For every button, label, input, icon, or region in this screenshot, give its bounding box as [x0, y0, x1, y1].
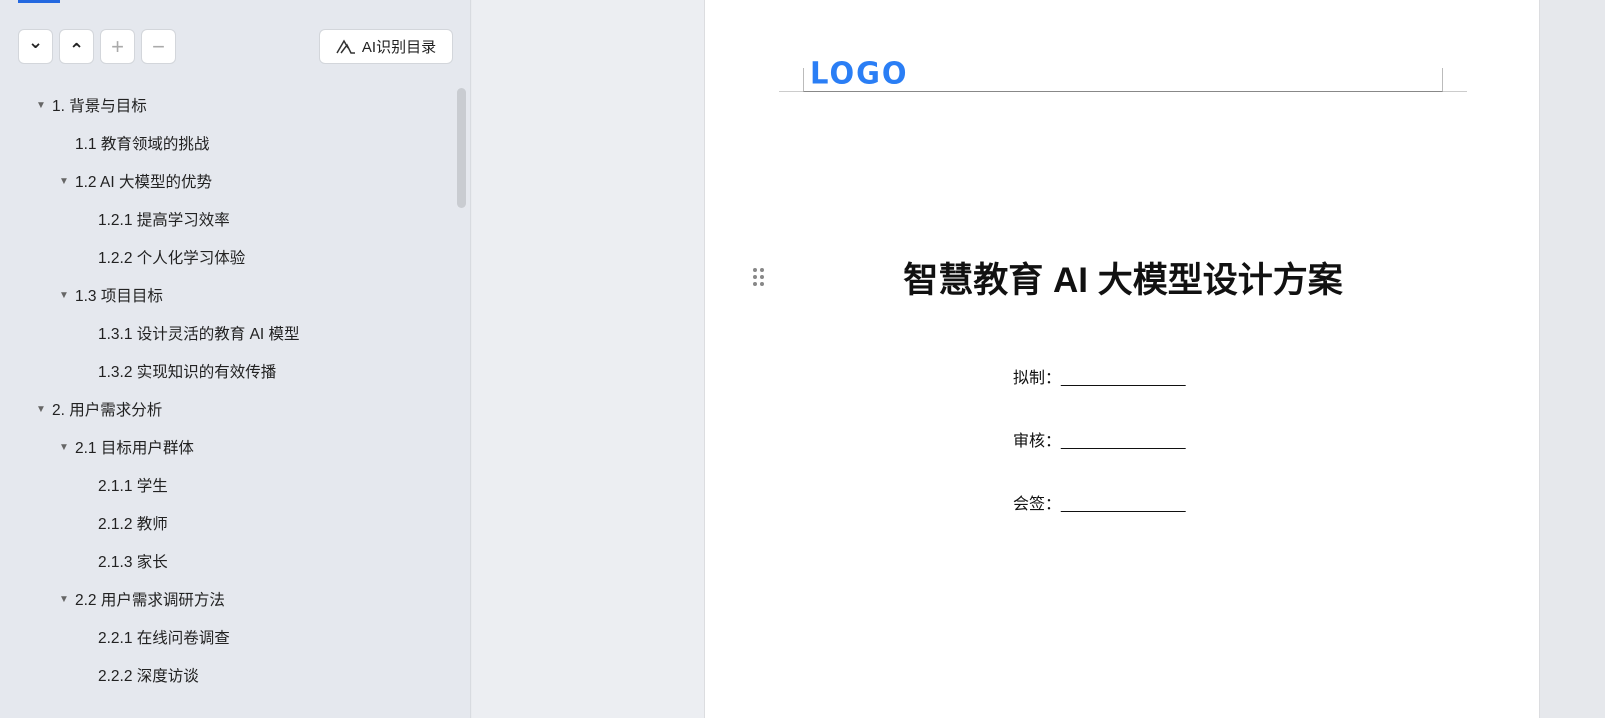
outline-item[interactable]: 2.2.1 在线问卷调查 [82, 618, 230, 656]
outline-item[interactable]: ▼ 1. 背景与目标 [36, 86, 147, 124]
caret-down-icon[interactable]: ▼ [59, 290, 75, 301]
right-gutter [1540, 0, 1605, 718]
remove-heading-button[interactable]: − [141, 29, 176, 64]
outline-item-label: 1.2 AI 大模型的优势 [75, 174, 212, 191]
expand-all-button[interactable]: ⌄ [18, 29, 53, 64]
active-tab-indicator [18, 0, 60, 3]
outline-item-label: 2.1.3 家长 [98, 554, 168, 571]
outline-item[interactable]: ▼ 1.3 项目目标 [59, 276, 163, 314]
caret-down-icon[interactable]: ▼ [59, 176, 75, 187]
outline-item-label: 1.2.2 个人化学习体验 [98, 250, 246, 267]
chevron-up-icon: ⌃ [68, 40, 85, 60]
outline-item[interactable]: ▼ 2.1 目标用户群体 [59, 428, 194, 466]
caret-down-icon[interactable]: ▼ [59, 442, 75, 453]
caret-down-icon[interactable]: ▼ [36, 404, 52, 415]
collapse-all-button[interactable]: ⌃ [59, 29, 94, 64]
outline-item-label: 2.1.1 学生 [98, 478, 168, 495]
outline-item[interactable]: 2.1.3 家长 [82, 542, 168, 580]
outline-item-label: 1. 背景与目标 [52, 98, 147, 115]
plus-icon: + [111, 33, 124, 59]
outline-item-label: 1.1 教育领域的挑战 [75, 136, 210, 153]
outline-item[interactable]: 1.3.1 设计灵活的教育 AI 模型 [82, 314, 300, 352]
signature-countersign[interactable]: 会签：______________ [1013, 490, 1186, 514]
add-heading-button[interactable]: + [100, 29, 135, 64]
ai-button-label: AI识别目录 [361, 39, 437, 56]
ai-recognize-toc-button[interactable]: AI识别目录 [319, 29, 453, 64]
signature-reviewer[interactable]: 审核：______________ [1013, 427, 1186, 451]
outline-item-label: 2.2.2 深度访谈 [98, 668, 199, 685]
outline-item[interactable]: ▼ 2.2 用户需求调研方法 [59, 580, 225, 618]
logo: LOGO [810, 55, 909, 91]
outline-item-label: 1.3.2 实现知识的有效传播 [98, 364, 277, 381]
scrollbar[interactable] [457, 88, 466, 208]
document-title[interactable]: 智慧教育 AI 大模型设计方案 [705, 252, 1541, 303]
outline-item[interactable]: 1.2.2 个人化学习体验 [82, 238, 245, 276]
outline-item-label: 2. 用户需求分析 [52, 402, 163, 419]
outline-item[interactable]: 2.2.2 深度访谈 [82, 656, 199, 694]
outline-item[interactable]: 2.1.1 学生 [82, 466, 168, 504]
ai-icon [336, 39, 355, 54]
canvas-gutter [472, 0, 704, 718]
outline-item[interactable]: ▼ 1.2 AI 大模型的优势 [59, 162, 212, 200]
outline-item-label: 1.3.1 设计灵活的教育 AI 模型 [98, 326, 300, 343]
outline-item-label: 2.2 用户需求调研方法 [75, 592, 225, 609]
outline-item[interactable]: 1.2.1 提高学习效率 [82, 200, 230, 238]
caret-down-icon[interactable]: ▼ [36, 100, 52, 111]
document-page: LOGO 智慧教育 AI 大模型设计方案 拟制：______________ 审… [704, 0, 1540, 718]
outline-sidebar: ⌄ ⌃ + − AI识别目录 ▼ 1. 背景与目标 1.1 教育领域的挑战 ▼ 1.2 … [0, 0, 471, 718]
outline-item-label: 1.3 项目目标 [75, 288, 163, 305]
outline-item-label: 1.2.1 提高学习效率 [98, 212, 230, 229]
outline-item[interactable]: 2.1.2 教师 [82, 504, 168, 542]
outline-item-label: 2.1 目标用户群体 [75, 440, 194, 457]
minus-icon: − [152, 33, 165, 59]
outline-item-label: 2.1.2 教师 [98, 516, 168, 533]
outline-item[interactable]: 1.3.2 实现知识的有效传播 [82, 352, 276, 390]
signature-drafter[interactable]: 拟制：______________ [1013, 364, 1186, 388]
chevron-down-icon: ⌄ [27, 32, 44, 52]
outline-item[interactable]: 1.1 教育领域的挑战 [59, 124, 209, 162]
caret-down-icon[interactable]: ▼ [59, 594, 75, 605]
outline-item[interactable]: ▼ 2. 用户需求分析 [36, 390, 162, 428]
outline-item-label: 2.2.1 在线问卷调查 [98, 630, 230, 647]
